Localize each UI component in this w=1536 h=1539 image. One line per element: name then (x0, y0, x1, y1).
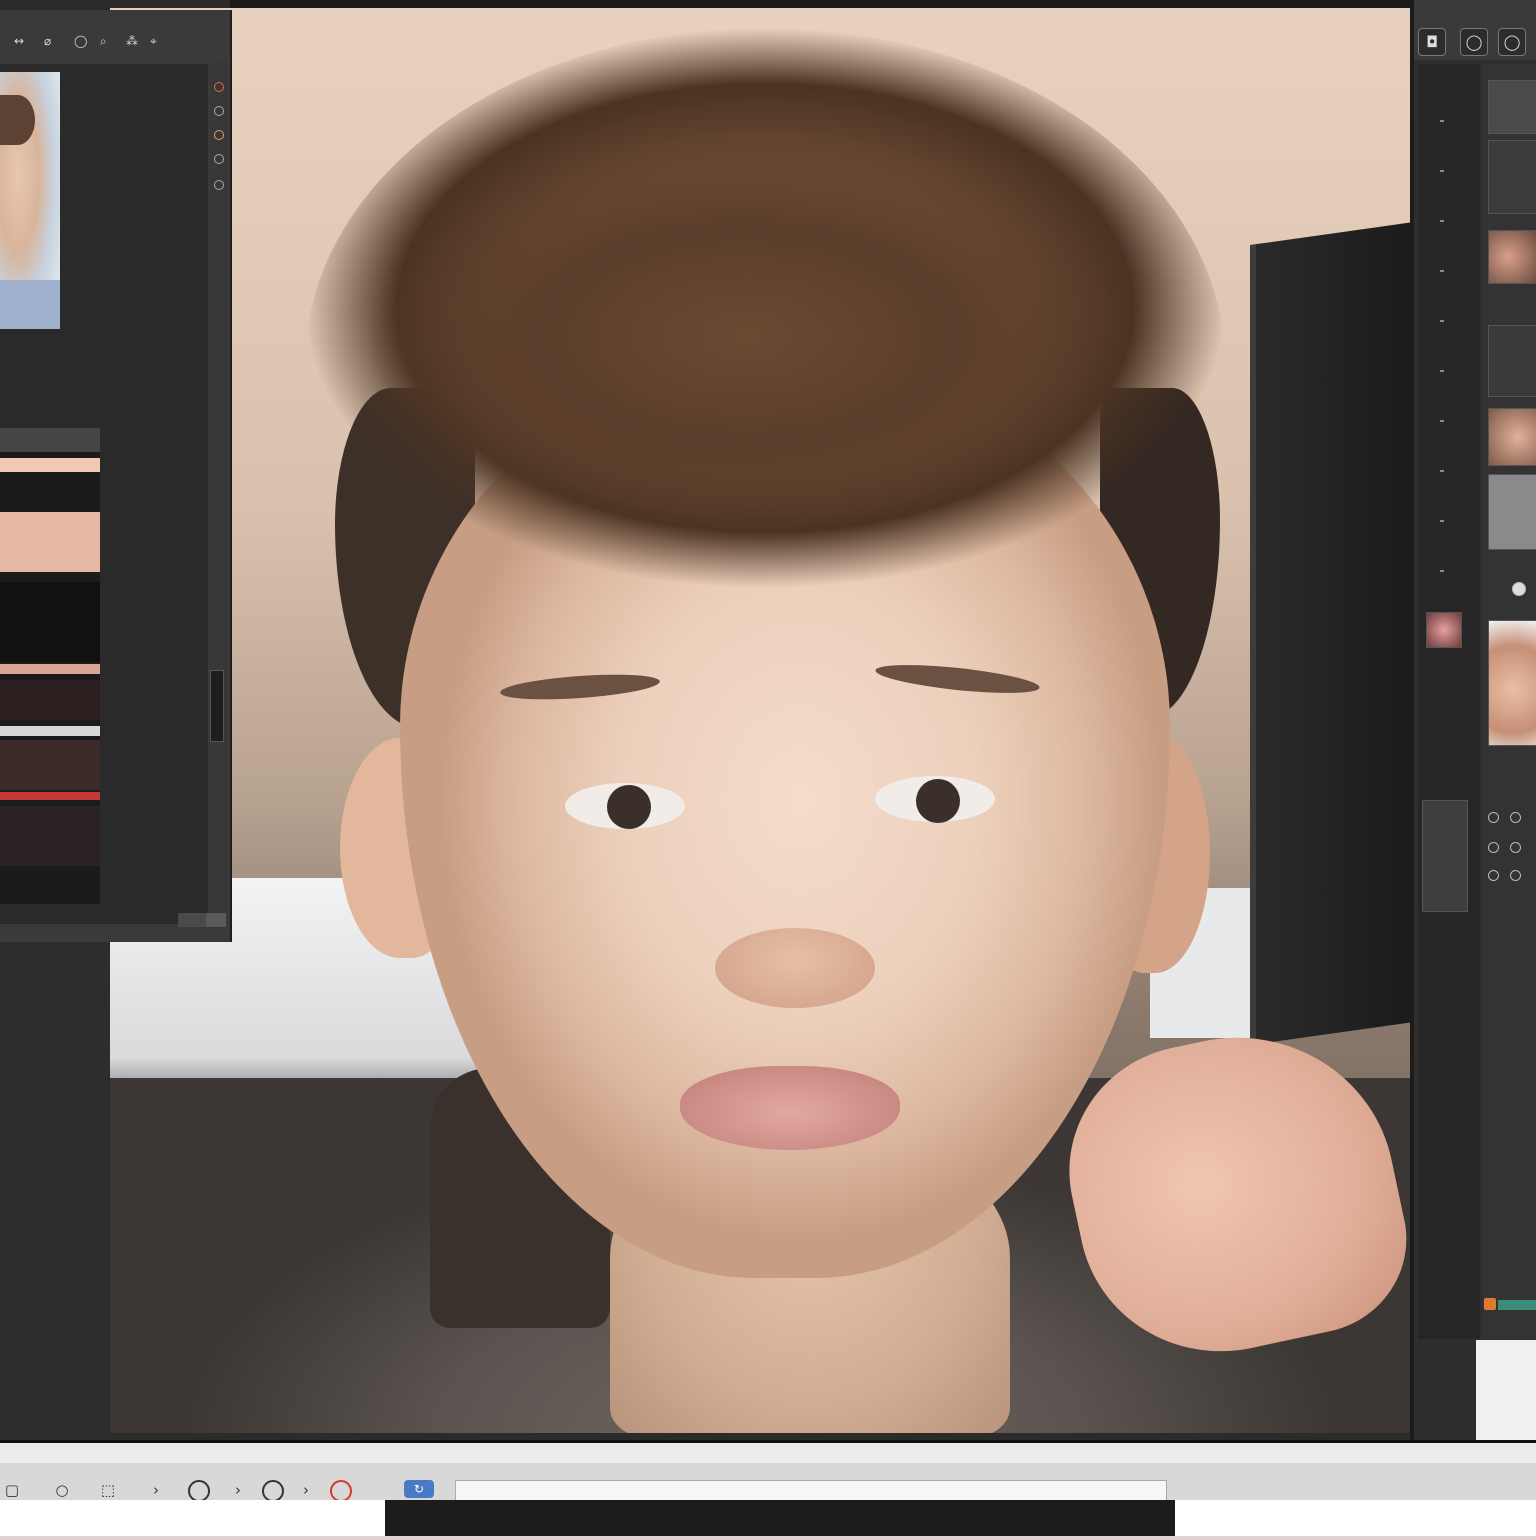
option-radio-icon[interactable] (1488, 812, 1499, 823)
mini-preview-tile[interactable] (1426, 612, 1462, 648)
subject-lips (680, 1066, 900, 1150)
ear-preview-tile[interactable] (1488, 230, 1536, 284)
circle-icon[interactable]: ○ (52, 1480, 72, 1500)
bottom-status-strip (0, 1443, 1536, 1463)
tool-tick[interactable] (1440, 120, 1444, 122)
layer-row[interactable] (0, 512, 100, 572)
option-radio-icon[interactable] (1488, 870, 1499, 881)
refresh-button[interactable]: ↻ (404, 1480, 434, 1498)
circle-tool-icon[interactable]: ◯ (1498, 28, 1526, 56)
right-panel-tool-column (1418, 64, 1480, 1339)
hair-preview-tile[interactable] (1488, 80, 1536, 134)
left-panel-tool-strip (210, 60, 228, 930)
option-dot-icon[interactable] (214, 154, 224, 164)
tool-tick[interactable] (1440, 220, 1444, 222)
face-preview-tile[interactable] (1488, 140, 1536, 214)
target-icon[interactable] (262, 1480, 284, 1502)
right-panel-footer (1476, 1340, 1536, 1440)
layer-row[interactable] (0, 740, 100, 790)
tool-tick[interactable] (1440, 320, 1444, 322)
frame-icon[interactable]: ▢ (2, 1480, 22, 1500)
thumbnail-hair (0, 95, 35, 145)
layer-row[interactable] (0, 664, 100, 674)
record-red-icon[interactable] (330, 1480, 352, 1502)
layer-row[interactable] (0, 792, 100, 800)
layer-row[interactable] (0, 680, 100, 720)
tool-tick[interactable] (1440, 370, 1444, 372)
left-panel-toolbar (0, 20, 228, 64)
option-dot-icon[interactable] (214, 180, 224, 190)
timeline-input[interactable] (455, 1480, 1167, 1502)
option-radio-icon[interactable] (1510, 870, 1521, 881)
next-icon[interactable]: › (146, 1480, 166, 1500)
layer-row[interactable] (0, 458, 100, 472)
ellipse-tool-icon[interactable]: ◯ (74, 34, 87, 48)
left-panel-footer-button[interactable] (206, 913, 226, 927)
color-swatch-icon[interactable] (1512, 582, 1526, 596)
brush-settings-panel[interactable] (1422, 800, 1468, 912)
layer-row[interactable] (0, 806, 100, 866)
crop-icon[interactable]: ⬚ (98, 1480, 118, 1500)
photo-canvas[interactable] (110, 8, 1410, 1433)
layer-list-header (0, 428, 100, 452)
record-icon[interactable] (188, 1480, 210, 1502)
layer-row[interactable] (0, 726, 100, 736)
move-tool-icon[interactable]: ↔ (14, 34, 24, 48)
save-icon[interactable]: ◘ (1418, 28, 1446, 56)
crosshair-tool-icon[interactable]: ⌖ (150, 34, 157, 49)
option-radio-icon[interactable] (1488, 842, 1499, 853)
option-radio-icon[interactable] (1510, 842, 1521, 853)
left-panel-footer-button[interactable] (178, 913, 208, 927)
lasso-tool-icon[interactable]: ⌀ (44, 34, 51, 48)
zoom-tool-icon[interactable]: ⌕ (100, 34, 107, 49)
subject-left-iris (607, 785, 651, 829)
brush-tool-icon[interactable]: ⁂ (126, 34, 138, 48)
option-radio-icon[interactable] (1510, 812, 1521, 823)
left-lower-panel (0, 942, 110, 1452)
next-icon[interactable]: › (296, 1480, 316, 1500)
thumbnail-shirt (0, 280, 60, 329)
portrait-preview-tile[interactable] (1488, 620, 1536, 746)
circle-tool-icon[interactable]: ◯ (1460, 28, 1488, 56)
layer-row[interactable] (0, 582, 100, 662)
background-dark-monitor (1250, 220, 1410, 1046)
subject-hair (305, 28, 1225, 588)
face-preview-2-tile[interactable] (1488, 408, 1536, 466)
tool-tick[interactable] (1440, 570, 1444, 572)
top-menu-bar (230, 0, 1536, 8)
tool-tick[interactable] (1440, 470, 1444, 472)
next-icon[interactable]: › (228, 1480, 248, 1500)
subject-right-iris (916, 779, 960, 823)
tool-tick[interactable] (1440, 170, 1444, 172)
status-indicator (1484, 1298, 1496, 1310)
left-panel-scrollbar[interactable] (210, 670, 224, 742)
profile-preview-tile[interactable] (1488, 474, 1536, 550)
bottom-dark-track[interactable] (385, 1500, 1175, 1536)
option-dot-icon[interactable] (214, 130, 224, 140)
record-dot-icon[interactable] (214, 82, 224, 92)
progress-indicator (1498, 1300, 1536, 1310)
option-dot-icon[interactable] (214, 106, 224, 116)
subject-nose (715, 928, 875, 1008)
tool-tick[interactable] (1440, 270, 1444, 272)
layer-row[interactable] (0, 482, 100, 510)
blank-preview-tile[interactable] (1488, 325, 1536, 397)
tool-tick[interactable] (1440, 420, 1444, 422)
tool-tick[interactable] (1440, 520, 1444, 522)
